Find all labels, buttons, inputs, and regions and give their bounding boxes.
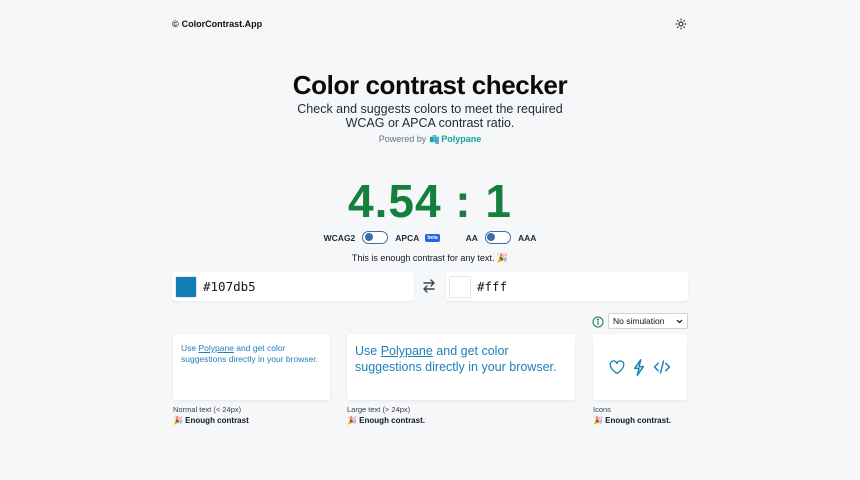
preview-text-start: Use [355,344,381,358]
foreground-swatch[interactable] [175,275,197,298]
contrast-status-message: This is enough contrast for any text. 🎉 [351,253,509,263]
sun-icon [675,18,687,30]
powered-by: Powered by Polypane [0,134,860,144]
simulation-info-button[interactable] [592,315,604,328]
polypane-preview-link[interactable]: Polypane [381,344,433,358]
large-text-result: 🎉 Enough contrast. [347,416,425,425]
normal-text-preview-card: Use Polypane and get color suggestions d… [173,334,330,400]
large-text-preview: Use Polypane and get color suggestions d… [355,343,567,375]
theme-toggle-button[interactable] [674,17,688,31]
beta-badge: beta [425,233,440,242]
info-icon [592,316,604,328]
subtitle-line-2: WCAG or APCA contrast ratio. [345,116,515,130]
simulation-select-value: No simulation [613,316,665,326]
page-subtitle: Check and suggests colors to meet the re… [0,102,860,130]
contrast-ratio: 4.54 : 1 [348,175,512,227]
large-text-preview-card: Use Polypane and get color suggestions d… [347,334,575,400]
icons-preview-card [593,334,687,400]
aa-label: AA [465,232,478,243]
algorithm-toggle[interactable] [362,231,389,244]
icons-label: Icons [593,405,611,414]
top-bar: © ColorContrast.App [172,17,688,31]
aaa-label: AAA [517,232,537,243]
normal-text-preview: Use Polypane and get color suggestions d… [181,343,322,365]
algorithm-toggle-knob [364,233,373,241]
normal-text-label: Normal text (< 24px) [173,405,242,414]
lightning-icon [633,358,645,376]
chevron-down-icon [676,319,683,323]
normal-text-result: 🎉 Enough contrast [173,416,249,425]
logo-icon: © [172,19,179,29]
background-color-field[interactable]: #fff [446,272,688,301]
swap-colors-button[interactable] [421,279,437,293]
polypane-link-label: Polypane [441,134,482,144]
icons-result: 🎉 Enough contrast. [593,416,671,425]
mode-switches: WCAG2 APCA beta AA AAA [0,231,860,244]
background-hex-input[interactable]: #fff [477,279,507,294]
code-icon [653,360,671,374]
brand-link[interactable]: © ColorContrast.App [172,19,262,29]
level-toggle-knob [487,233,496,241]
large-text-label: Large text (> 24px) [347,405,411,414]
simulation-select[interactable]: No simulation [608,313,688,329]
polypane-preview-link[interactable]: Polypane [198,343,233,353]
page-title: Color contrast checker [292,70,568,100]
polypane-link[interactable]: Polypane [430,134,481,144]
wcag2-label: WCAG2 [323,232,356,243]
apca-label: APCA [395,232,420,243]
powered-by-label: Powered by [378,134,427,144]
polypane-logo-icon [430,134,440,144]
heart-icon [609,359,625,374]
subtitle-line-1: Check and suggests colors to meet the re… [297,102,563,116]
level-toggle[interactable] [484,231,511,244]
foreground-hex-input[interactable]: #107db5 [203,279,256,294]
foreground-color-field[interactable]: #107db5 [172,272,414,301]
swap-icon [423,279,435,293]
background-swatch[interactable] [449,275,471,298]
preview-text-start: Use [181,343,199,353]
brand-name: ColorContrast.App [181,19,263,29]
